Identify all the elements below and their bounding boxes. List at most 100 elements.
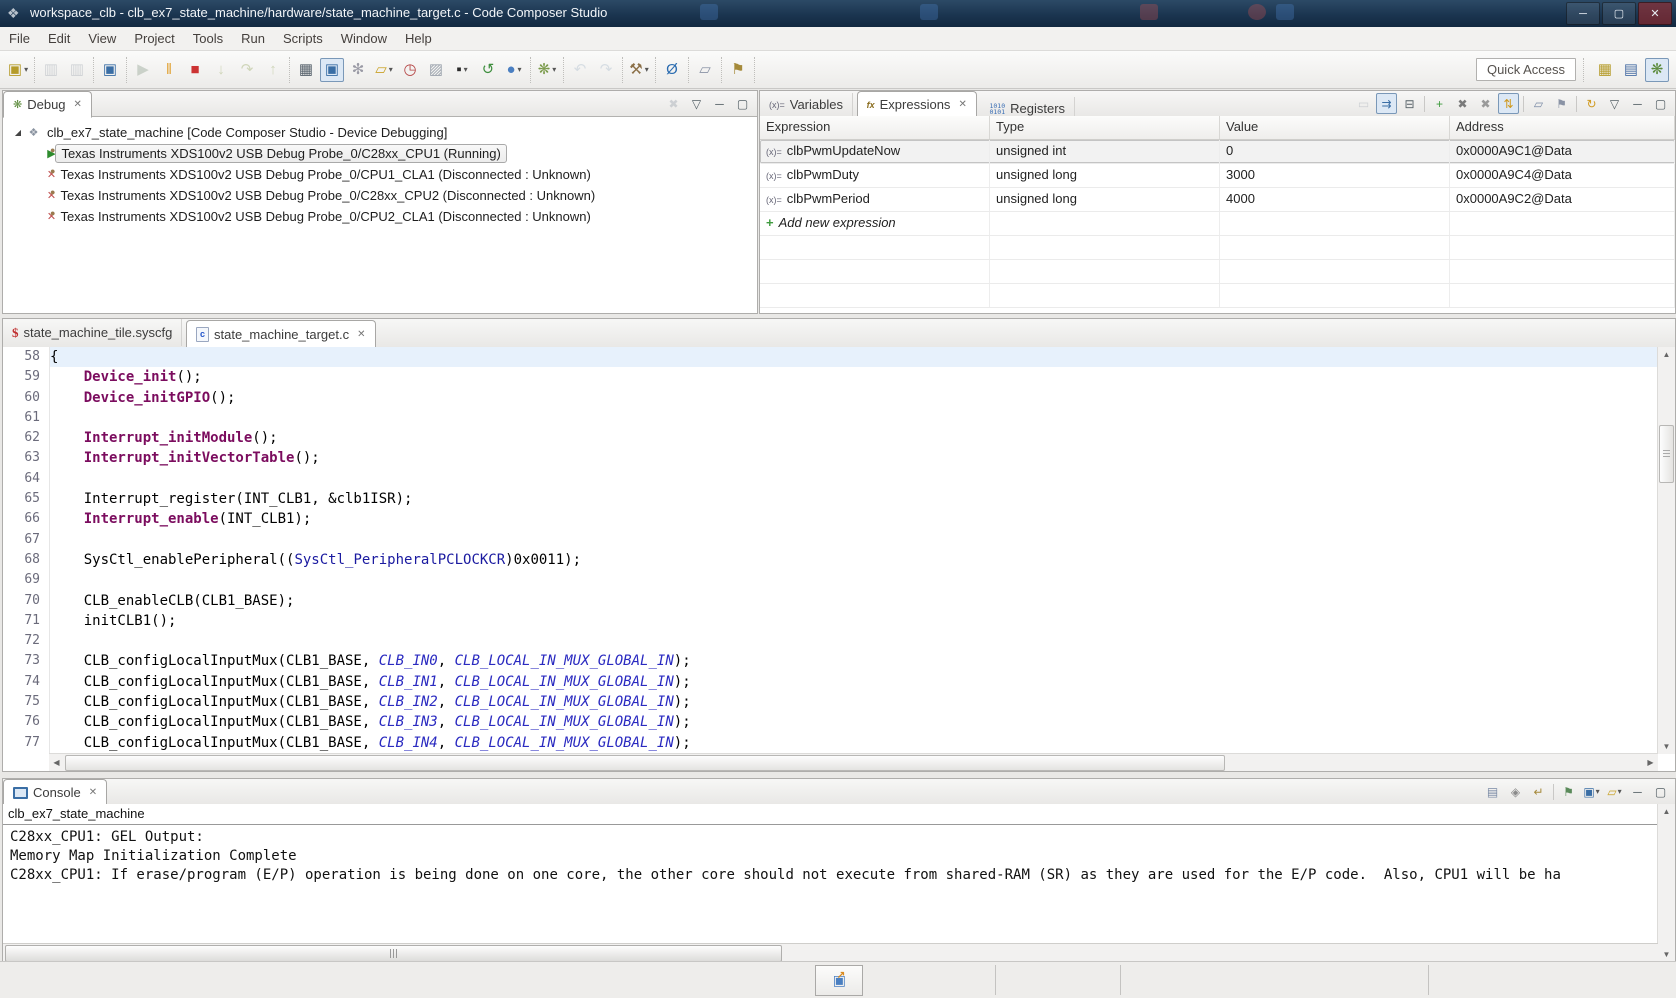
menu-window[interactable]: Window [332, 27, 396, 50]
table-row[interactable]: (x)=clbPwmUpdateNowunsigned int00x0000A9… [760, 140, 1675, 164]
refresh-icon[interactable]: ↻ [1581, 93, 1602, 114]
pin-editor-icon[interactable]: ⚑ [726, 58, 750, 82]
flash-settings-icon[interactable]: ▨ [424, 58, 448, 82]
terminate-icon[interactable]: ■ [183, 58, 207, 82]
menu-scripts[interactable]: Scripts [274, 27, 332, 50]
tree-core-row[interactable]: ✕●Texas Instruments XDS100v2 USB Debug P… [3, 164, 757, 185]
close-icon[interactable]: ✕ [357, 329, 365, 340]
ccs-debug-perspective-icon[interactable]: ❋ [1645, 58, 1669, 82]
show-type-names-icon[interactable]: ▭ [1353, 93, 1374, 114]
tab-state-machine-target-c[interactable]: c state_machine_target.c ✕ [186, 320, 376, 349]
tab-state-machine-tile-syscfg[interactable]: $ state_machine_tile.syscfg [3, 319, 182, 346]
continuous-refresh-icon[interactable]: ⇅ [1498, 93, 1519, 114]
console-output[interactable]: C28xx_CPU1: GEL Output:Memory Map Initia… [3, 825, 1658, 944]
breakpoint-sphere-icon[interactable]: ●▾ [502, 58, 526, 82]
scroll-right-icon[interactable]: ▶ [1643, 754, 1658, 771]
tab-expressions[interactable]: fx Expressions ✕ [857, 91, 977, 118]
console-vertical-scrollbar[interactable]: ▲ ▼ [1657, 804, 1675, 962]
target-console-icon[interactable]: ▣ [98, 58, 122, 82]
menu-file[interactable]: File [0, 27, 39, 50]
load-program-icon[interactable]: ▱▾ [372, 58, 396, 82]
open-perspective-icon[interactable]: ▦ [1593, 58, 1617, 82]
connect-target-icon[interactable]: ▣ [320, 58, 344, 82]
menu-view[interactable]: View [79, 27, 125, 50]
close-icon[interactable]: ✕ [74, 99, 82, 110]
word-wrap-icon[interactable]: ↵ [1528, 781, 1549, 802]
tree-core-row[interactable]: ▶●Texas Instruments XDS100v2 USB Debug P… [3, 143, 757, 164]
console-horizontal-scrollbar[interactable] [3, 943, 1658, 962]
show-logical-structure-icon[interactable]: ⇉ [1376, 93, 1397, 114]
minimize-icon[interactable]: ─ [709, 93, 730, 114]
menu-project[interactable]: Project [125, 27, 183, 50]
tree-root-row[interactable]: ◢❖clb_ex7_state_machine [Code Composer S… [3, 122, 757, 143]
menu-help[interactable]: Help [396, 27, 441, 50]
tab-variables[interactable]: (x)= Variables [760, 93, 853, 117]
close-window-button[interactable]: ✕ [1638, 2, 1672, 25]
pin-console-icon[interactable]: ⚑ [1558, 781, 1579, 802]
step-return-icon[interactable]: ↑ [261, 58, 285, 82]
menu-edit[interactable]: Edit [39, 27, 79, 50]
suspend-icon[interactable]: ‖ [157, 58, 181, 82]
annotation-icon[interactable]: ▱ [693, 58, 717, 82]
scroll-left-icon[interactable]: ◀ [49, 754, 64, 771]
scrollbar-thumb[interactable] [5, 945, 782, 962]
tab-debug[interactable]: ❋ Debug ✕ [3, 91, 92, 118]
scrollbar-thumb[interactable] [1659, 425, 1674, 483]
scroll-down-icon[interactable]: ▼ [1658, 739, 1675, 754]
maximize-icon[interactable]: ▢ [1650, 781, 1671, 802]
maximize-icon[interactable]: ▢ [1650, 93, 1671, 114]
twistie-icon[interactable]: ◢ [11, 128, 25, 137]
tree-core-row[interactable]: ✕●Texas Instruments XDS100v2 USB Debug P… [3, 185, 757, 206]
column-header-address[interactable]: Address [1450, 116, 1675, 139]
close-icon[interactable]: ✕ [958, 99, 966, 110]
ccs-edit-perspective-icon[interactable]: ▤ [1619, 58, 1643, 82]
view-menu-icon[interactable]: ▽ [686, 93, 707, 114]
restart-icon[interactable]: ↺ [476, 58, 500, 82]
pin-view-icon[interactable]: ⚑ [1551, 93, 1572, 114]
minimize-icon[interactable]: ─ [1627, 93, 1648, 114]
tree-core-row[interactable]: ✕●Texas Instruments XDS100v2 USB Debug P… [3, 206, 757, 227]
minimize-window-button[interactable]: ─ [1566, 2, 1600, 25]
remove-expression-icon[interactable]: ✖ [1452, 93, 1473, 114]
debug-bug-icon[interactable]: ❋▾ [535, 58, 559, 82]
profile-clock-icon[interactable]: ◷ [398, 58, 422, 82]
close-icon[interactable]: ✕ [89, 787, 97, 798]
new-view-icon[interactable]: ▱ [1528, 93, 1549, 114]
add-expression-icon[interactable]: + [1429, 93, 1450, 114]
quick-access-box[interactable]: Quick Access [1476, 58, 1576, 81]
minimize-icon[interactable]: ─ [1627, 781, 1648, 802]
open-console-icon[interactable]: ▱▾ [1604, 781, 1625, 802]
remove-all-terminated-icon[interactable]: ✖ [663, 93, 684, 114]
step-into-icon[interactable]: ↓ [209, 58, 233, 82]
scroll-down-icon[interactable]: ▼ [1658, 947, 1675, 962]
console-activity-button[interactable]: ▣ ↗ [815, 965, 863, 996]
menu-run[interactable]: Run [232, 27, 274, 50]
menu-tools[interactable]: Tools [184, 27, 232, 50]
remove-all-expressions-icon[interactable]: ✖ [1475, 93, 1496, 114]
table-row[interactable]: (x)=clbPwmDutyunsigned long30000x0000A9C… [760, 164, 1675, 188]
scrollbar-thumb[interactable] [65, 755, 1225, 771]
step-back-icon[interactable]: ↶ [568, 58, 592, 82]
column-header-expression[interactable]: Expression [760, 116, 990, 139]
save-all-icon[interactable]: ▥ [65, 58, 89, 82]
resume-icon[interactable]: ▶ [131, 58, 155, 82]
new-file-icon[interactable]: ▣▾ [6, 58, 30, 82]
column-header-value[interactable]: Value [1220, 116, 1450, 139]
view-menu-icon[interactable]: ▽ [1604, 93, 1625, 114]
device-chip-icon[interactable]: ▪▾ [450, 58, 474, 82]
scroll-up-icon[interactable]: ▲ [1658, 347, 1675, 362]
editor-vertical-scrollbar[interactable]: ▲ ▼ [1657, 347, 1675, 754]
maximize-icon[interactable]: ▢ [732, 93, 753, 114]
build-hammer-icon[interactable]: ⚒▾ [627, 58, 651, 82]
tab-console[interactable]: Console ✕ [3, 779, 107, 806]
table-row[interactable]: (x)=clbPwmPeriodunsigned long40000x0000A… [760, 188, 1675, 212]
step-over-icon[interactable]: ↷ [235, 58, 259, 82]
collapse-all-icon[interactable]: ⊟ [1399, 93, 1420, 114]
display-console-icon[interactable]: ▣▾ [1581, 781, 1602, 802]
code-editor[interactable]: 5859606162636465666768697071727374757677… [3, 347, 1658, 754]
memory-browser-icon[interactable]: ▦ [294, 58, 318, 82]
add-expression-row[interactable]: +Add new expression [760, 212, 1675, 236]
save-icon[interactable]: ▥ [39, 58, 63, 82]
search-icon[interactable]: Ø [660, 58, 684, 82]
column-header-type[interactable]: Type [990, 116, 1220, 139]
